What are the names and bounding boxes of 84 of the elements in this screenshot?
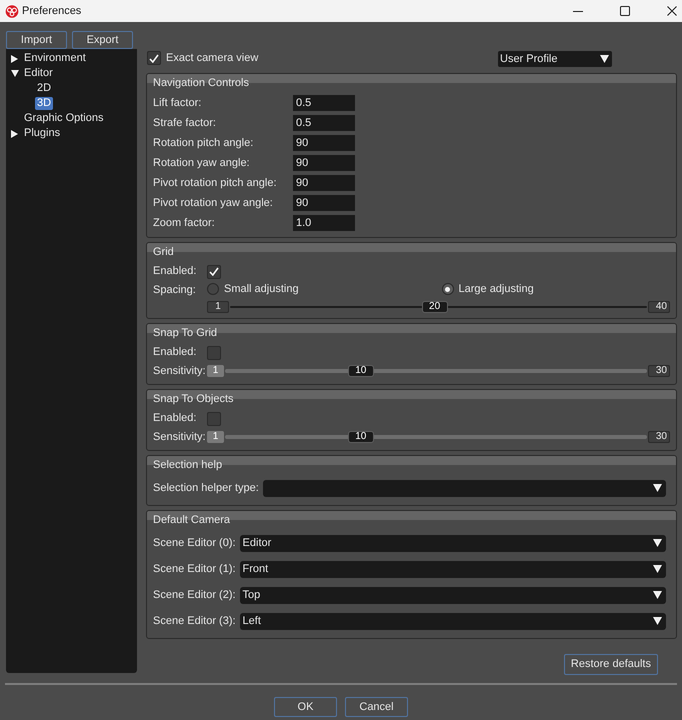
slider-max-value: 30 (648, 365, 670, 377)
checkbox-label: Exact camera view (166, 50, 258, 66)
tree-item[interactable]: 2D (35, 82, 54, 95)
dropdown[interactable]: Front (240, 560, 666, 578)
caret-icon (653, 565, 662, 573)
input-field[interactable]: 90 (293, 155, 355, 171)
caret-right-icon[interactable] (11, 54, 18, 62)
field-label: Strafe factor: (153, 116, 217, 131)
slider-max-value: 30 (648, 431, 670, 443)
group-title: Selection help (153, 458, 222, 474)
field-label: Enabled: (153, 264, 198, 280)
checkbox[interactable] (207, 264, 221, 278)
checkbox[interactable] (207, 346, 221, 360)
slider-thumb[interactable]: 10 (348, 365, 374, 377)
field-label: Scene Editor (1): (153, 562, 236, 577)
slider-min-value: 1 (207, 300, 229, 312)
dialog-button[interactable]: OK (274, 697, 337, 717)
field-label: Enabled: (153, 411, 198, 426)
dropdown[interactable]: Editor (240, 534, 666, 552)
field-label: Selection helper type: (153, 480, 259, 496)
input-field[interactable]: 90 (293, 135, 355, 151)
toolbar-button[interactable]: Import (6, 31, 67, 49)
radio-label: Large adjusting (458, 282, 534, 297)
slider-track[interactable]: 10 (225, 365, 647, 377)
window-title: Preferences (22, 4, 82, 19)
tree-item[interactable]: Plugins (22, 127, 62, 140)
caret-icon (653, 591, 662, 599)
field-label: Pivot rotation yaw angle: (153, 196, 274, 211)
dropdown[interactable]: Top (240, 586, 666, 604)
field-label: Sensitivity: (153, 364, 207, 379)
radio-button[interactable] (442, 283, 454, 295)
input-field[interactable]: 0.5 (293, 115, 355, 131)
field-label: Lift factor: (153, 96, 202, 111)
input-field[interactable]: 0.5 (293, 95, 355, 111)
minimize-icon (573, 10, 583, 12)
group-title: Snap To Grid (153, 326, 218, 342)
caret-icon (653, 539, 662, 547)
slider-max-value: 40 (648, 300, 670, 312)
radio-button[interactable] (207, 283, 219, 295)
tree-item[interactable]: Graphic Options (22, 112, 106, 125)
caret-icon (600, 55, 609, 63)
slider-min-value: 1 (207, 365, 224, 377)
field-label: Spacing: (153, 282, 197, 298)
caret-right-icon[interactable] (11, 130, 18, 138)
field-label: Rotation pitch angle: (153, 136, 254, 151)
slider-thumb[interactable]: 20 (422, 300, 448, 312)
checkmark-icon (209, 267, 219, 276)
slider-min-value: 1 (207, 431, 224, 443)
field-label: Scene Editor (2): (153, 588, 236, 603)
toolbar-button[interactable]: Export (72, 31, 133, 49)
dropdown[interactable]: Left (240, 612, 666, 630)
slider-thumb[interactable]: 10 (348, 431, 374, 443)
field-label: Pivot rotation pitch angle: (153, 176, 278, 191)
input-field[interactable]: 1.0 (293, 215, 355, 231)
checkmark-icon (149, 54, 159, 62)
field-label: Scene Editor (3): (153, 614, 236, 629)
close-icon (667, 6, 677, 16)
group-title: Navigation Controls (153, 76, 249, 92)
field-label: Scene Editor (0): (153, 536, 236, 551)
caret-icon (653, 484, 662, 492)
slider-track[interactable]: 20 (230, 300, 647, 312)
checkbox[interactable] (147, 51, 161, 65)
tree-item[interactable]: 3D (35, 97, 54, 110)
caret-down-icon[interactable] (11, 70, 19, 77)
tree-item[interactable]: Editor (22, 67, 55, 80)
field-label: Enabled: (153, 345, 198, 360)
checkbox[interactable] (207, 412, 221, 426)
group-title: Grid (153, 245, 174, 260)
maximize-icon (620, 6, 630, 16)
field-label: Zoom factor: (153, 216, 216, 231)
field-label: Sensitivity: (153, 430, 207, 445)
input-field[interactable]: 90 (293, 195, 355, 211)
group-title: Default Camera (153, 513, 230, 528)
slider-track[interactable]: 10 (225, 431, 647, 443)
dropdown[interactable]: User Profile (498, 51, 612, 67)
logo-icon (5, 4, 19, 18)
field-label: Rotation yaw angle: (153, 156, 251, 171)
radio-label: Small adjusting (224, 282, 299, 297)
input-field[interactable]: 90 (293, 175, 355, 191)
dialog-button[interactable]: Cancel (345, 697, 408, 717)
restore-defaults-button[interactable]: Restore defaults (564, 654, 658, 675)
tree-item[interactable]: Environment (22, 52, 88, 65)
group-title: Snap To Objects (153, 392, 234, 408)
caret-icon (653, 617, 662, 625)
